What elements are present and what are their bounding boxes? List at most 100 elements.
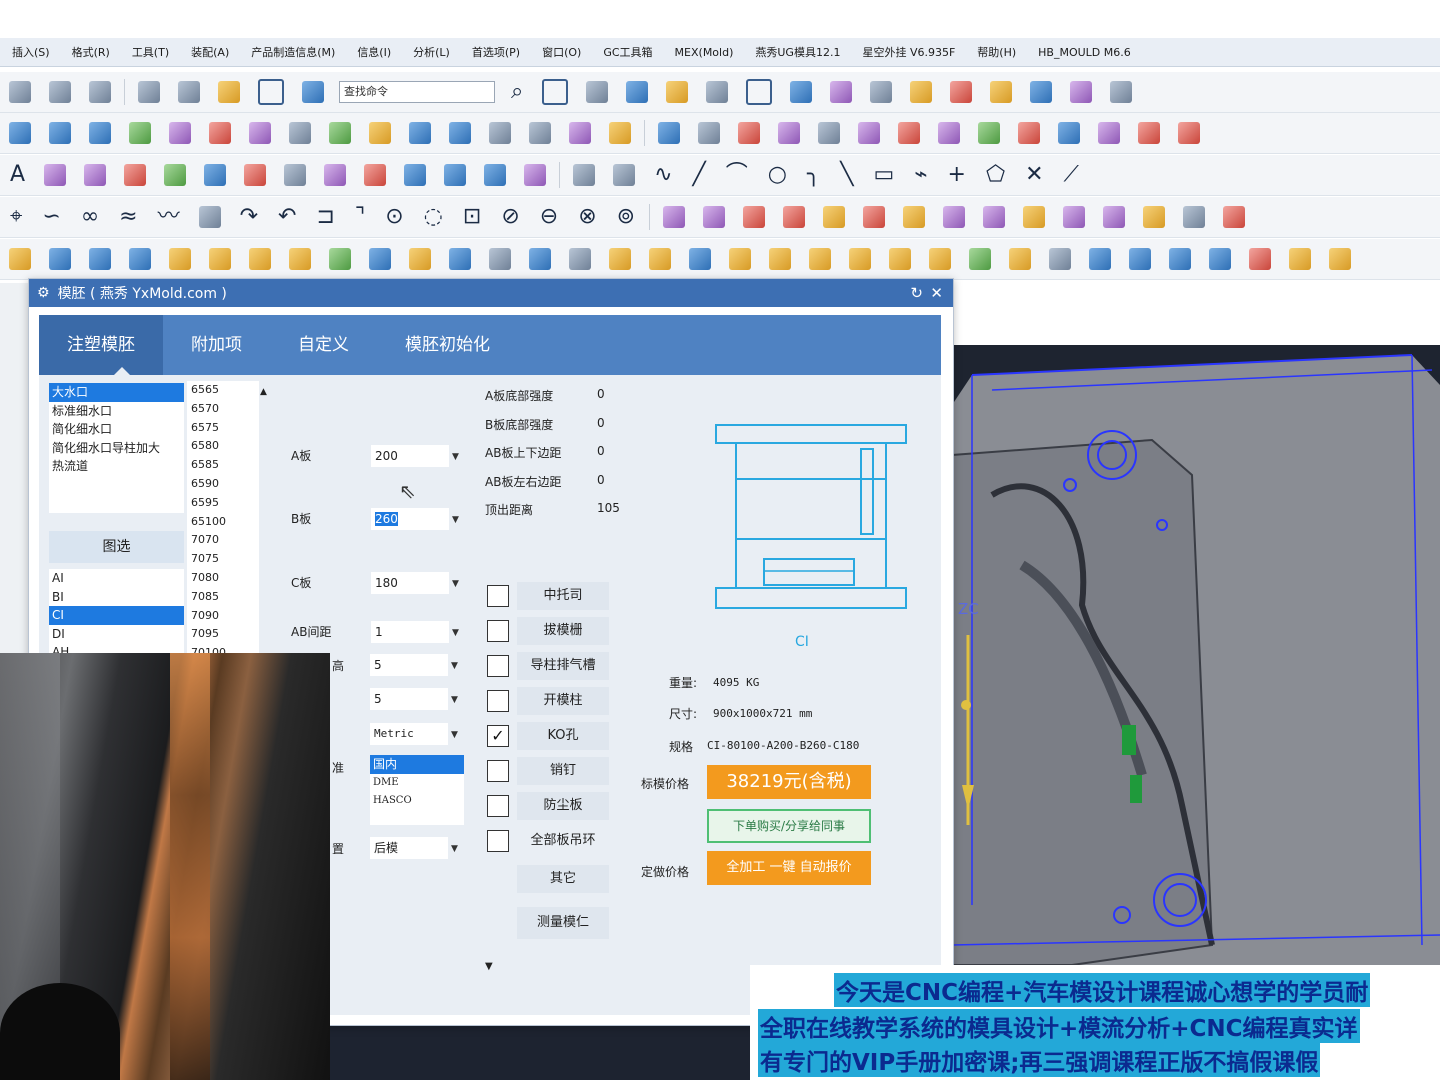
- puzzle-icon[interactable]: [289, 248, 311, 270]
- pipe-part-icon[interactable]: [1329, 248, 1351, 270]
- option-label[interactable]: KO孔: [517, 722, 609, 750]
- size-list-item[interactable]: 7085: [191, 588, 259, 607]
- option-label[interactable]: 全部板吊环: [517, 827, 609, 855]
- mold-c-icon[interactable]: [743, 206, 766, 228]
- window-icon[interactable]: [258, 79, 284, 105]
- circle-c-icon[interactable]: ⊚: [617, 206, 635, 228]
- core-icon[interactable]: [738, 122, 760, 144]
- tab-addons[interactable]: 附加项: [163, 315, 270, 375]
- ruled-icon[interactable]: [489, 122, 511, 144]
- fit-view-icon[interactable]: [542, 79, 569, 105]
- mold-g-icon[interactable]: [903, 206, 926, 228]
- patch-icon[interactable]: [369, 122, 391, 144]
- info-icon[interactable]: [302, 81, 324, 103]
- disk-icon[interactable]: [569, 248, 591, 270]
- circle-edit-icon[interactable]: ⊘: [501, 206, 519, 228]
- mold-l-icon[interactable]: [1103, 206, 1126, 228]
- b-plate-input[interactable]: 260: [371, 508, 449, 530]
- menu-item[interactable]: 插入(S): [12, 44, 50, 60]
- edit-icon[interactable]: [910, 81, 933, 103]
- extend-icon[interactable]: [329, 122, 351, 144]
- line-tool-icon[interactable]: ╱: [693, 164, 706, 186]
- wedge-icon[interactable]: [849, 248, 871, 270]
- chevron-down-icon[interactable]: ▼: [452, 515, 459, 525]
- ejector-icon[interactable]: [1058, 122, 1080, 144]
- chevron-down-icon[interactable]: ▼: [452, 628, 459, 638]
- sphere-icon[interactable]: [1089, 248, 1111, 270]
- move-icon[interactable]: [244, 164, 267, 186]
- emboss-icon[interactable]: [84, 164, 107, 186]
- box-part-icon[interactable]: [1289, 248, 1311, 270]
- circle-b-icon[interactable]: ⊗: [578, 206, 596, 228]
- corner-icon[interactable]: ⌝: [355, 206, 365, 228]
- option-label[interactable]: 开模柱: [517, 687, 609, 715]
- sheet-part-icon[interactable]: [929, 248, 951, 270]
- circle-3pt-icon[interactable]: ◌: [424, 206, 443, 228]
- list-item[interactable]: 简化细水口导柱加大: [49, 439, 184, 458]
- bend2-icon[interactable]: ↶: [278, 206, 296, 228]
- box-icon[interactable]: [609, 122, 631, 144]
- bracket-icon[interactable]: ⊐: [316, 206, 334, 228]
- frame-icon[interactable]: [746, 79, 773, 105]
- mirror-icon[interactable]: [204, 164, 227, 186]
- paste-face-icon[interactable]: [444, 164, 467, 186]
- size-list-item[interactable]: 7070: [191, 531, 259, 550]
- feature-icon[interactable]: [124, 164, 147, 186]
- highlight-icon[interactable]: [990, 81, 1013, 103]
- mold-f-icon[interactable]: [863, 206, 886, 228]
- menu-item[interactable]: 工具(T): [132, 44, 169, 60]
- shape-icon[interactable]: [44, 164, 67, 186]
- expand-arrow-icon[interactable]: ▼: [485, 961, 493, 972]
- wire-icon[interactable]: [1049, 248, 1071, 270]
- circle-center-icon[interactable]: ⊙: [385, 206, 403, 228]
- arc-tool-icon[interactable]: ∿: [654, 164, 672, 186]
- layout-icon[interactable]: [218, 81, 240, 103]
- mold-type-list[interactable]: 大水口 标准细水口 简化细水口 简化细水口导柱加大 热流道: [49, 383, 184, 513]
- size-list-item[interactable]: 7090: [191, 607, 259, 626]
- pick-button[interactable]: 图选: [49, 531, 184, 563]
- option-checkbox[interactable]: [487, 760, 509, 782]
- scroll-up-icon[interactable]: ▲: [260, 387, 267, 397]
- cube-part-icon[interactable]: [809, 248, 831, 270]
- split-icon[interactable]: [698, 122, 720, 144]
- mold-m-icon[interactable]: [1143, 206, 1166, 228]
- list-item[interactable]: 简化细水口: [49, 420, 184, 439]
- box-sel-icon[interactable]: ⊡: [463, 206, 481, 228]
- search-icon[interactable]: ⌕: [511, 81, 523, 103]
- slab-icon[interactable]: [529, 248, 551, 270]
- undo-icon[interactable]: [138, 81, 160, 103]
- offset-input[interactable]: 5: [370, 688, 448, 710]
- ab-gap-input[interactable]: 1: [371, 621, 449, 643]
- parting-icon[interactable]: [658, 122, 680, 144]
- cut-icon[interactable]: [9, 81, 31, 103]
- menu-item[interactable]: 装配(A): [191, 44, 229, 60]
- c-plate-input[interactable]: 180: [371, 572, 449, 594]
- constraint-icon[interactable]: ⌖: [10, 206, 22, 228]
- u-part-icon[interactable]: [769, 248, 791, 270]
- chevron-down-icon[interactable]: ▼: [451, 661, 458, 671]
- chevron-down-icon[interactable]: ▼: [452, 579, 459, 589]
- tab-custom[interactable]: 自定义: [270, 315, 377, 375]
- text-tool-icon[interactable]: A: [10, 164, 25, 186]
- red-cube-icon[interactable]: [1249, 248, 1271, 270]
- cup-icon[interactable]: [729, 248, 751, 270]
- mold-i-icon[interactable]: [983, 206, 1006, 228]
- measure-insert-button[interactable]: 测量模仁: [517, 907, 609, 939]
- folder-icon[interactable]: [706, 81, 729, 103]
- chamfer-tool-icon[interactable]: ╲: [840, 164, 853, 186]
- param-value[interactable]: 105: [597, 501, 620, 515]
- mesh-icon[interactable]: [89, 122, 111, 144]
- tab-init[interactable]: 模胚初始化: [377, 315, 518, 375]
- list-item[interactable]: CI: [49, 606, 184, 625]
- route-icon[interactable]: [1030, 81, 1053, 103]
- cube2-icon[interactable]: [1129, 248, 1151, 270]
- size-list-item[interactable]: 6575: [191, 419, 259, 438]
- chevron-down-icon[interactable]: ▼: [451, 844, 458, 854]
- menu-item[interactable]: 帮助(H): [977, 44, 1016, 60]
- size-list-item[interactable]: 6585: [191, 456, 259, 475]
- offset-region-icon[interactable]: [524, 164, 547, 186]
- sheet-icon[interactable]: [129, 122, 151, 144]
- loft-icon[interactable]: [409, 122, 431, 144]
- pyramid-icon[interactable]: [1209, 248, 1231, 270]
- list-item[interactable]: BI: [49, 588, 184, 607]
